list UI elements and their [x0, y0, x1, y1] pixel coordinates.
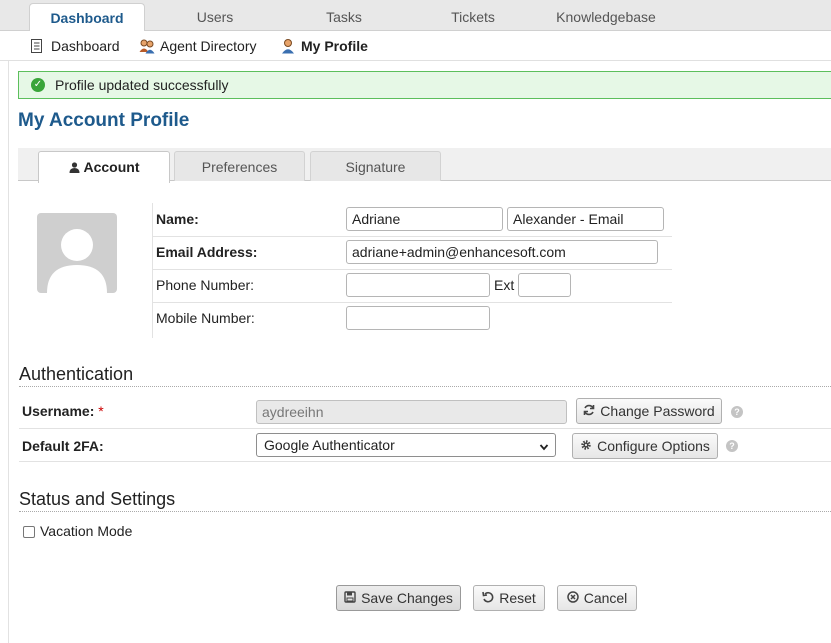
row-divider	[152, 236, 672, 237]
cancel-label: Cancel	[583, 590, 628, 606]
cancel-button[interactable]: Cancel	[557, 585, 637, 611]
mobile-label: Mobile Number:	[156, 310, 255, 326]
tab-account[interactable]: Account	[38, 151, 170, 183]
row-divider	[19, 461, 831, 462]
subnav-agent-directory-label: Agent Directory	[160, 38, 257, 54]
help-icon[interactable]: ?	[731, 406, 743, 418]
top-nav: Dashboard Users Tasks Tickets Knowledgeb…	[0, 0, 831, 32]
vacation-mode-label[interactable]: Vacation Mode	[40, 523, 132, 539]
tab-users[interactable]: Users	[165, 3, 265, 31]
banner-message: Profile updated successfully	[55, 77, 229, 93]
status-settings-heading: Status and Settings	[19, 489, 176, 509]
subnav-dashboard[interactable]: Dashboard	[30, 36, 120, 56]
save-changes-button[interactable]: Save Changes	[336, 585, 461, 611]
last-name-field[interactable]	[507, 207, 664, 231]
username-label-text: Username:	[22, 403, 95, 419]
row-divider	[152, 302, 672, 303]
ext-label: Ext	[494, 277, 515, 293]
mobile-field[interactable]	[346, 306, 490, 330]
phone-field[interactable]	[346, 273, 490, 297]
twofa-select[interactable]: Google Authenticator	[256, 433, 556, 457]
vacation-mode-checkbox[interactable]	[23, 526, 35, 538]
field-divider	[152, 203, 153, 338]
configure-options-button[interactable]: Configure Options	[572, 433, 718, 459]
twofa-selected-value: Google Authenticator	[264, 437, 395, 453]
email-label: Email Address:	[156, 244, 258, 260]
cancel-circle-icon	[566, 590, 579, 606]
chevron-down-icon	[539, 438, 549, 460]
tab-tasks[interactable]: Tasks	[294, 3, 394, 31]
subnav-my-profile[interactable]: My Profile	[280, 36, 368, 56]
left-rule	[8, 61, 9, 643]
username-field	[256, 400, 567, 424]
tab-dashboard[interactable]: Dashboard	[29, 3, 145, 32]
subnav-my-profile-label: My Profile	[301, 38, 368, 54]
floppy-disk-icon	[344, 590, 356, 606]
save-changes-label: Save Changes	[361, 590, 453, 606]
subnav-agent-directory[interactable]: Agent Directory	[139, 36, 256, 56]
reset-label: Reset	[499, 590, 536, 606]
sub-nav: Dashboard Agent Directory My Profile	[0, 31, 831, 61]
row-divider	[152, 269, 672, 270]
page-title: My Account Profile	[18, 110, 190, 131]
change-password-button[interactable]: Change Password	[576, 398, 722, 424]
profile-tabs: Account Preferences Signature	[18, 148, 831, 183]
tab-account-label: Account	[83, 159, 140, 175]
success-banner: ✓ Profile updated successfully	[18, 71, 831, 99]
refresh-icon	[583, 403, 595, 419]
configure-options-label: Configure Options	[597, 438, 710, 454]
check-circle-icon: ✓	[31, 78, 45, 92]
users-icon	[139, 38, 155, 54]
twofa-label: Default 2FA:	[22, 438, 104, 454]
undo-icon	[482, 590, 494, 606]
first-name-field[interactable]	[346, 207, 503, 231]
ext-field[interactable]	[518, 273, 571, 297]
tab-signature[interactable]: Signature	[310, 151, 441, 181]
authentication-heading: Authentication	[19, 364, 134, 384]
gear-icon	[580, 438, 592, 454]
tab-knowledgebase[interactable]: Knowledgebase	[545, 3, 667, 31]
document-icon	[30, 38, 46, 54]
section-divider	[19, 386, 831, 387]
phone-label: Phone Number:	[156, 277, 255, 293]
user-silhouette-icon	[69, 153, 80, 183]
subnav-dashboard-label: Dashboard	[51, 38, 120, 54]
change-password-label: Change Password	[600, 403, 715, 419]
avatar[interactable]	[37, 213, 117, 293]
section-divider	[19, 511, 831, 512]
tab-preferences[interactable]: Preferences	[174, 151, 305, 181]
row-divider	[19, 428, 831, 429]
user-icon	[280, 38, 296, 54]
tab-tickets[interactable]: Tickets	[423, 3, 523, 31]
username-label: Username: *	[22, 403, 104, 419]
email-field[interactable]	[346, 240, 658, 264]
required-asterisk: *	[98, 403, 104, 419]
help-icon[interactable]: ?	[726, 440, 738, 452]
name-label: Name:	[156, 211, 199, 227]
reset-button[interactable]: Reset	[473, 585, 545, 611]
